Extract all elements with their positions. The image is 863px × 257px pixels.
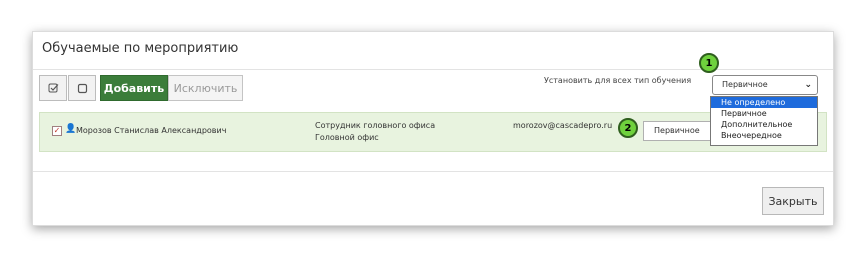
square-icon [77,83,87,93]
annotation-badge-2: 2 [618,118,638,138]
user-icon: 👤 [65,124,77,134]
chevron-down-icon: ⌄ [804,80,812,90]
set-all-type-select[interactable]: Первичное ⌄ [712,75,818,95]
row-training-type-value: Первичное [654,126,700,135]
dialog-title: Обучаемые по мероприятию [42,41,239,56]
dropdown-option[interactable]: Не определено [711,97,817,108]
set-all-type-value: Первичное [722,80,768,89]
row-checkbox[interactable]: ✓ [52,126,62,136]
set-all-type-label: Установить для всех тип обучения [544,76,692,85]
footer-divider [33,171,833,172]
deselect-all-button[interactable] [68,75,96,101]
check-square-icon [48,83,58,92]
dropdown-option[interactable]: Первичное [711,108,817,119]
dropdown-option[interactable]: Дополнительное [711,119,817,130]
training-type-dropdown[interactable]: Не определено Первичное Дополнительное В… [710,96,818,146]
participant-position: Сотрудник головного офиса [315,121,436,130]
row-training-type-select[interactable]: Первичное [643,121,718,141]
participant-department: Головной офис [315,133,379,142]
participant-name: Морозов Станислав Александрович [76,126,227,135]
annotation-badge-1: 1 [699,53,719,73]
close-button[interactable]: Закрыть [762,187,824,215]
add-button[interactable]: Добавить [100,75,168,101]
table-row[interactable]: ✓ 👤 Морозов Станислав Александрович Сотр… [39,112,827,152]
exclude-button[interactable]: Исключить [168,75,243,101]
dropdown-option[interactable]: Внеочередное [711,130,817,141]
select-all-button[interactable] [39,75,67,101]
participant-email: morozov@cascadepro.ru [513,121,613,130]
